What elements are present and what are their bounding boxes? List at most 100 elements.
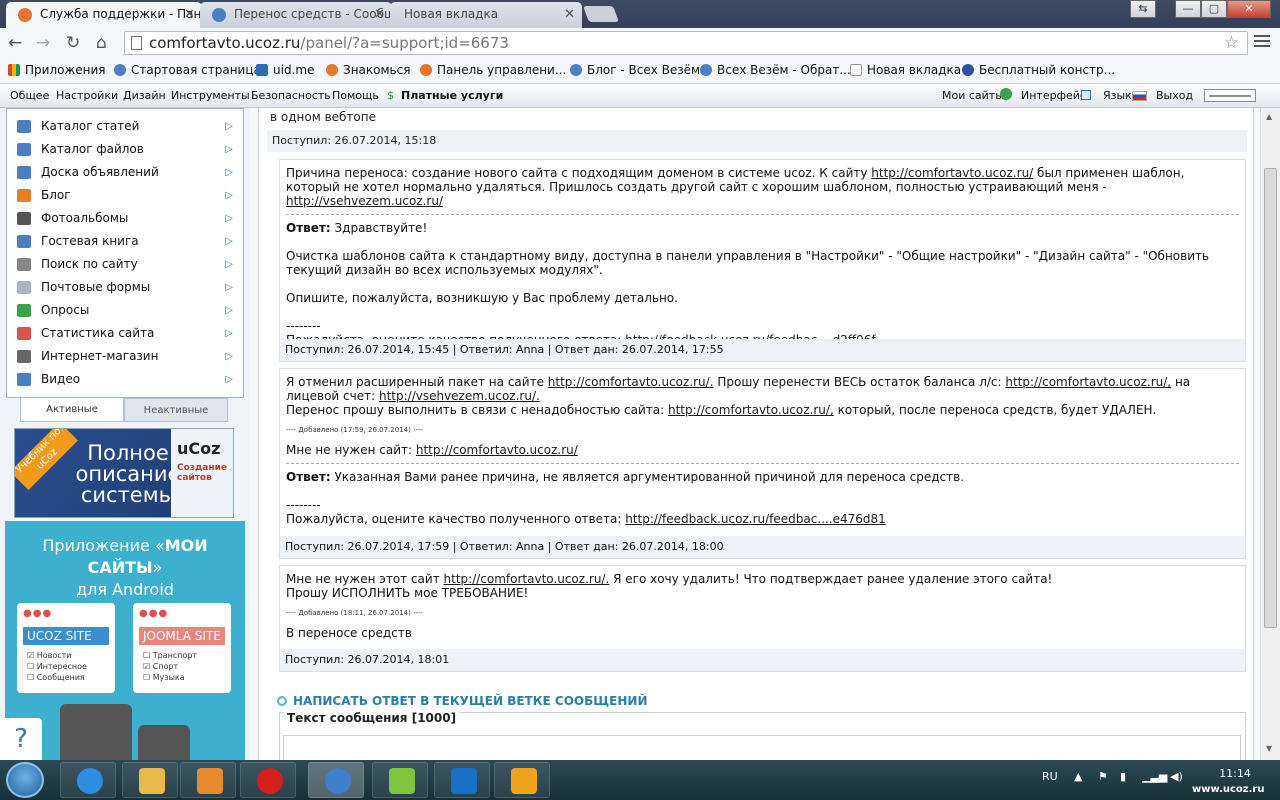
bookmark-feedback[interactable]: Всех Везём - Обрат...: [700, 63, 851, 77]
module-item[interactable]: Гостевая книга ▷: [13, 230, 237, 253]
switch-window-button[interactable]: ⇆: [1130, 0, 1156, 18]
tab-transfer[interactable]: Перенос средств - Сообщ ✕: [200, 2, 392, 28]
menu-paid-services[interactable]: Платные услуги: [401, 89, 503, 102]
maximize-button[interactable]: ▢: [1201, 0, 1227, 18]
module-item[interactable]: Почтовые формы ▷: [13, 276, 237, 299]
menu-security[interactable]: Безопасность: [251, 89, 331, 102]
address-bar[interactable]: comfortavto.ucoz.ru/panel/?a=support;id=…: [124, 31, 1248, 55]
tab-inactive-modules[interactable]: Неактивные: [124, 398, 228, 422]
site-link[interactable]: http://comfortavto.ucoz.ru/.: [548, 375, 714, 389]
bookmark-new-tab[interactable]: Новая вкладка: [850, 63, 961, 77]
module-item[interactable]: Каталог статей ▷: [13, 115, 237, 138]
bookmark-znakomsya[interactable]: Знакомься: [326, 63, 410, 77]
menu-logout[interactable]: Выход: [1156, 89, 1193, 102]
tutorial-banner[interactable]: Учебник по uCoz Полное описание системы …: [14, 428, 234, 518]
chevron-right-icon[interactable]: ▷: [225, 322, 233, 345]
bookmark-apps[interactable]: Приложения: [8, 63, 106, 77]
page-scrollbar[interactable]: ▲ ▼: [1260, 108, 1280, 760]
forward-arrow-icon[interactable]: →: [36, 33, 50, 53]
module-item[interactable]: Блог ▷: [13, 184, 237, 207]
module-item[interactable]: Доска объявлений ▷: [13, 161, 237, 184]
message-textarea[interactable]: [283, 735, 1241, 760]
module-item[interactable]: Каталог файлов ▷: [13, 138, 237, 161]
menu-interface[interactable]: Интерфейс: [1021, 89, 1086, 102]
module-item[interactable]: Статистика сайта ▷: [13, 322, 237, 345]
bookmark-blog[interactable]: Блог - Всех Везём: [570, 63, 700, 77]
menu-tools[interactable]: Инструменты: [171, 89, 250, 102]
taskbar-app-app5[interactable]: [372, 762, 428, 798]
scroll-down-icon[interactable]: ▼: [1266, 744, 1272, 753]
menu-design[interactable]: Дизайн: [123, 89, 166, 102]
language-indicator[interactable]: RU: [1042, 770, 1058, 783]
option: ☑ Новости: [27, 651, 72, 660]
module-item[interactable]: Видео ▷: [13, 368, 237, 391]
chevron-right-icon[interactable]: ▷: [225, 184, 233, 207]
module-item[interactable]: Поиск по сайту ▷: [13, 253, 237, 276]
chevron-right-icon[interactable]: ▷: [225, 276, 233, 299]
menu-general[interactable]: Общее: [10, 89, 49, 102]
tab-active-modules[interactable]: Активные: [20, 398, 124, 422]
signal-icon[interactable]: ▁▃▅: [1142, 770, 1167, 783]
flag-icon[interactable]: ⚑: [1098, 770, 1108, 783]
taskbar-app-media[interactable]: [180, 762, 236, 798]
bookmark-control-panel[interactable]: Панель управлени...: [420, 63, 566, 77]
network-icon[interactable]: ▮: [1120, 770, 1126, 783]
taskbar-app-ie[interactable]: [60, 762, 116, 798]
chrome-menu-icon[interactable]: [1254, 35, 1270, 50]
scroll-thumb[interactable]: [1264, 168, 1277, 628]
bookmark-start-page[interactable]: Стартовая страница: [114, 63, 261, 77]
bookmark-star-icon[interactable]: ☆: [1224, 32, 1239, 54]
menu-language[interactable]: Язык: [1103, 89, 1132, 102]
menu-help[interactable]: Помощь: [332, 89, 379, 102]
chevron-right-icon[interactable]: ▷: [225, 368, 233, 391]
new-tab-button[interactable]: [583, 6, 619, 22]
reload-icon[interactable]: ↻: [66, 33, 80, 53]
menu-settings[interactable]: Настройки: [56, 89, 118, 102]
chevron-right-icon[interactable]: ▷: [225, 207, 233, 230]
menu-my-sites[interactable]: Мои сайты: [942, 89, 1004, 102]
chevron-right-icon[interactable]: ▷: [225, 230, 233, 253]
chevron-right-icon[interactable]: ▷: [225, 253, 233, 276]
start-button[interactable]: [6, 762, 44, 798]
site-link[interactable]: http://comfortavto.ucoz.ru/,: [668, 403, 834, 417]
tray-expand-icon[interactable]: ▲: [1074, 770, 1082, 783]
minimize-button[interactable]: —: [1175, 0, 1201, 18]
close-window-button[interactable]: ✕: [1227, 0, 1271, 18]
reply-heading[interactable]: НАПИСАТЬ ОТВЕТ В ТЕКУЩЕЙ ВЕТКЕ СООБЩЕНИЙ: [277, 694, 648, 708]
chevron-right-icon[interactable]: ▷: [225, 161, 233, 184]
site-link[interactable]: http://comfortavto.ucoz.ru/: [416, 443, 578, 457]
volume-icon[interactable]: ◀): [1170, 770, 1183, 783]
explorer-icon: [139, 768, 165, 794]
taskbar-app-outlook[interactable]: [494, 762, 550, 798]
bookmark-uidme[interactable]: uid.me: [256, 63, 314, 77]
module-item[interactable]: Фотоальбомы ▷: [13, 207, 237, 230]
back-arrow-icon[interactable]: ←: [8, 33, 22, 53]
tab-support[interactable]: Служба поддержки - Пан ✕: [6, 2, 202, 28]
clock[interactable]: 11:14: [1212, 767, 1258, 780]
chevron-right-icon[interactable]: ▷: [225, 138, 233, 161]
close-tab-icon[interactable]: ✕: [184, 2, 195, 27]
chevron-right-icon[interactable]: ▷: [225, 115, 233, 138]
site-link[interactable]: http://vsehvezem.ucoz.ru/.: [379, 389, 540, 403]
feedback-link[interactable]: http://feedback.ucoz.ru/feedbac....e476d…: [625, 512, 886, 526]
scroll-up-icon[interactable]: ▲: [1266, 112, 1272, 121]
module-item[interactable]: Интернет-магазин ▷: [13, 345, 237, 368]
site-link[interactable]: http://comfortavto.ucoz.ru/: [871, 166, 1033, 180]
site-link[interactable]: http://comfortavto.ucoz.ru/,: [1005, 375, 1171, 389]
taskbar-app-explorer[interactable]: [122, 762, 178, 798]
bookmark-constructor[interactable]: Бесплатный констр...: [962, 63, 1115, 77]
module-item[interactable]: Опросы ▷: [13, 299, 237, 322]
site-link[interactable]: http://comfortavto.ucoz.ru/.: [444, 572, 610, 586]
close-tab-icon[interactable]: ✕: [564, 2, 575, 27]
chevron-right-icon[interactable]: ▷: [225, 345, 233, 368]
taskbar-app-teamviewer[interactable]: [434, 762, 490, 798]
home-icon[interactable]: ⌂: [96, 33, 107, 53]
site-link[interactable]: http://vsehvezem.ucoz.ru/: [286, 194, 443, 208]
taskbar-app-opera[interactable]: [240, 762, 296, 798]
help-button[interactable]: ?: [0, 718, 42, 760]
taskbar-app-chrome[interactable]: [308, 762, 364, 798]
tab-new[interactable]: Новая вкладка ✕: [390, 2, 582, 28]
close-tab-icon[interactable]: ✕: [374, 2, 385, 27]
width-slider[interactable]: [1204, 89, 1256, 102]
chevron-right-icon[interactable]: ▷: [225, 299, 233, 322]
